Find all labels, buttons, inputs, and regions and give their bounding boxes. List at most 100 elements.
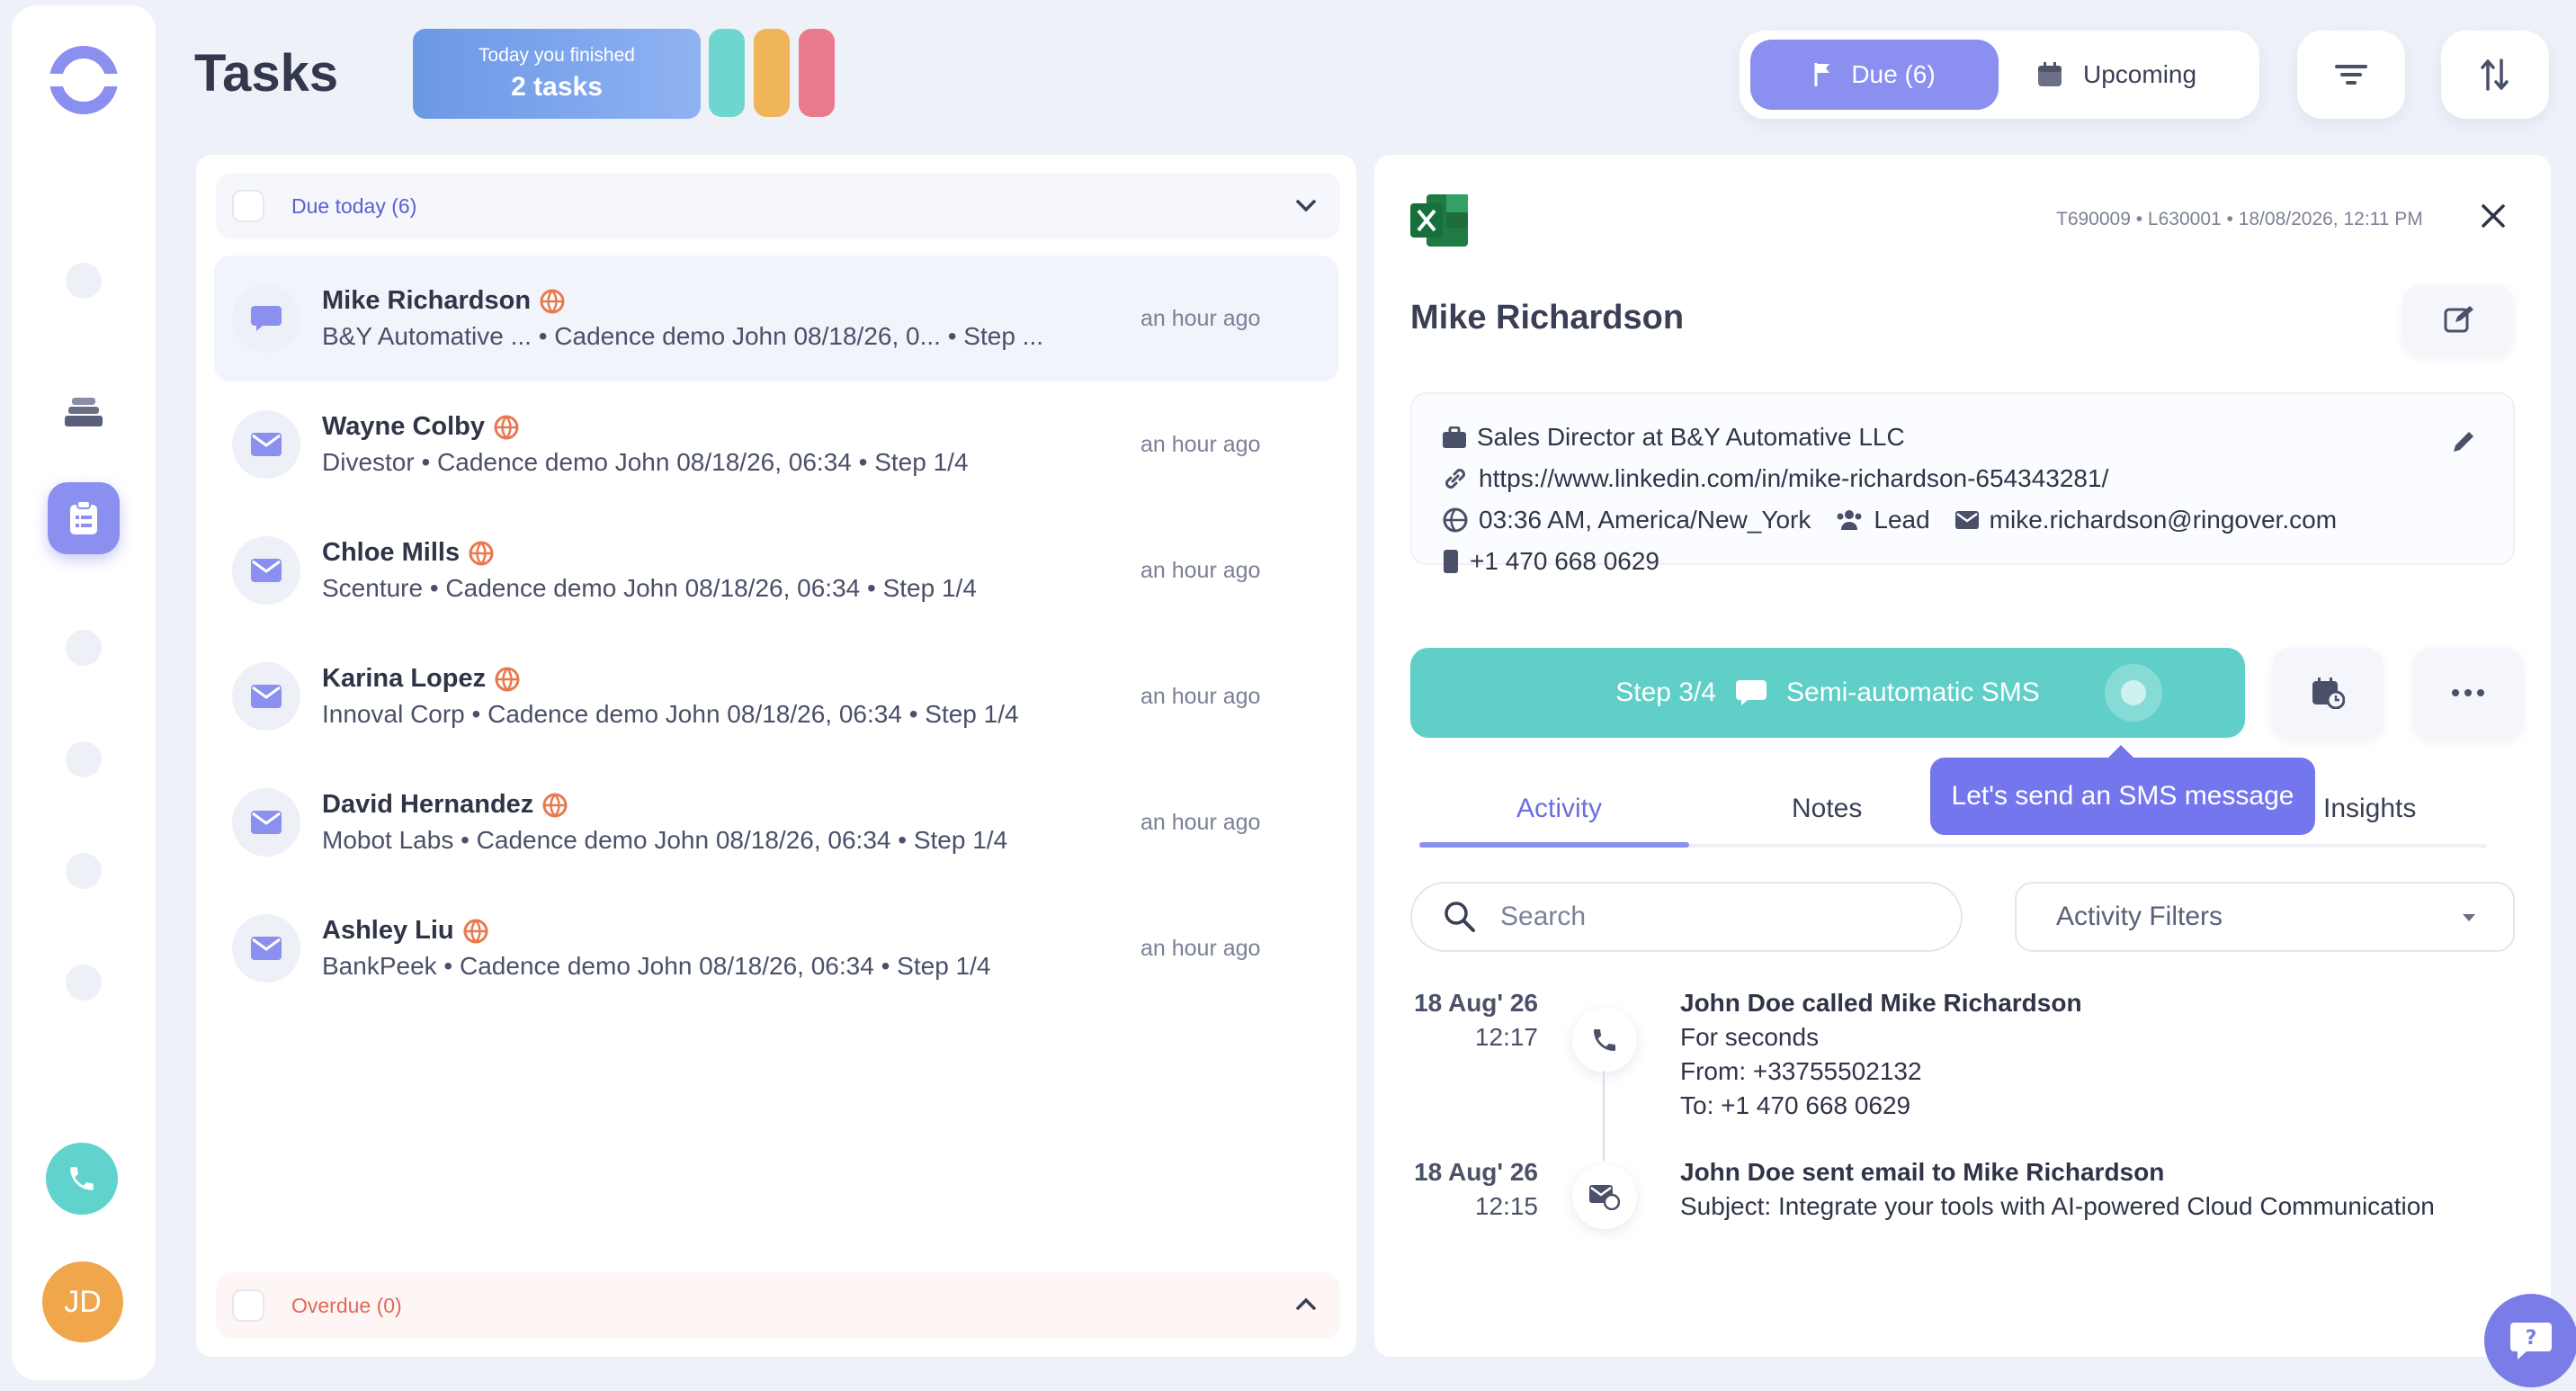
task-lead-name: Wayne Colby (322, 412, 519, 442)
globe-icon (540, 289, 565, 313)
mobile-phone-icon (1444, 550, 1458, 573)
tab-activity[interactable]: Activity (1516, 794, 1602, 824)
page-title: Tasks (194, 44, 339, 103)
lead-status: Lead (1874, 506, 1930, 534)
lead-context-line: 03:36 AM, America/New_York Lead mike.ric… (1443, 506, 2337, 534)
sms-tooltip: Let's send an SMS message (1930, 745, 2315, 835)
pulse-indicator (2105, 664, 2162, 722)
activity-title: John Doe sent email to Mike Richardson (1680, 1158, 2165, 1186)
globe-icon (542, 793, 568, 817)
timeline-connector (1603, 1071, 1605, 1161)
activity-body: John Doe sent email to Mike Richardson S… (1680, 1155, 2435, 1224)
chevron-up-icon[interactable] (1293, 1292, 1319, 1317)
close-icon[interactable] (2481, 203, 2506, 229)
step-action-button[interactable]: Step 3/4 Semi-automatic SMS (1410, 648, 2245, 738)
due-toggle-button[interactable]: Due (6) (1750, 40, 1999, 110)
row-type-icon (232, 788, 300, 857)
filter-button[interactable] (2297, 31, 2405, 119)
overdue-section-header[interactable]: Overdue (0) (216, 1272, 1340, 1339)
due-today-checkbox[interactable] (232, 190, 264, 222)
linkedin-url[interactable]: https://www.linkedin.com/in/mike-richard… (1479, 464, 2108, 493)
task-row[interactable]: Wayne Colby Divestor • Cadence demo John… (214, 381, 1338, 507)
svg-text:?: ? (2526, 1327, 2537, 1350)
nav-placeholder-dot[interactable] (66, 630, 102, 666)
pencil-icon[interactable] (2450, 428, 2477, 455)
globe-icon (495, 667, 520, 691)
help-chat-icon: ? (2510, 1323, 2552, 1360)
lead-name-text: Chloe Mills (322, 538, 461, 567)
chevron-down-icon[interactable] (1293, 193, 1319, 218)
lead-name-text: Ashley Liu (322, 916, 454, 945)
task-row[interactable]: Mike Richardson B&Y Automative ... • Cad… (214, 256, 1338, 381)
task-subtitle: Scenture • Cadence demo John 08/18/26, 0… (322, 574, 977, 602)
step-type-label: Semi-automatic SMS (1786, 678, 2040, 707)
tab-notes[interactable]: Notes (1792, 794, 1862, 824)
activity-date: 18 Aug' 26 12:17 (1412, 986, 1538, 1054)
row-type-icon (232, 536, 300, 605)
caret-down-icon (2463, 914, 2475, 921)
activity-filters-select[interactable]: Activity Filters (2015, 882, 2515, 952)
filter-lines-icon (2335, 65, 2367, 85)
avatar[interactable]: JD (42, 1261, 123, 1342)
tab-insights[interactable]: l Insights (2310, 794, 2416, 824)
calendar-icon (2038, 62, 2062, 86)
lead-name-text: David Hernandez (322, 790, 534, 819)
linkedin-line[interactable]: https://www.linkedin.com/in/mike-richard… (1443, 464, 2108, 493)
lead-name-text: Mike Richardson (322, 286, 532, 315)
mail-icon (251, 433, 282, 456)
activity-search-input[interactable]: Search (1410, 882, 1963, 952)
task-lead-name: Chloe Mills (322, 538, 494, 568)
nav-placeholder-dot[interactable] (66, 965, 102, 1001)
task-row[interactable]: David Hernandez Mobot Labs • Cadence dem… (214, 759, 1338, 885)
nav-inbox-button[interactable] (48, 376, 120, 448)
lead-phone-line[interactable]: +1 470 668 0629 (1443, 547, 1659, 576)
nav-placeholder-dot[interactable] (66, 741, 102, 777)
activity-line: For seconds (1680, 1023, 1820, 1051)
upcoming-toggle-button[interactable]: Upcoming (2036, 40, 2196, 110)
nav-tasks-button[interactable] (48, 482, 120, 554)
globe-icon (469, 541, 494, 565)
task-row[interactable]: Ashley Liu BankPeek • Cadence demo John … (214, 885, 1338, 1011)
task-time: an hour ago (1140, 684, 1261, 709)
task-subtitle: Mobot Labs • Cadence demo John 08/18/26,… (322, 826, 1008, 854)
overdue-label: Overdue (0) (291, 1293, 402, 1317)
task-time: an hour ago (1140, 432, 1261, 457)
task-subtitle: Innoval Corp • Cadence demo John 08/18/2… (322, 700, 1019, 728)
sort-button[interactable] (2441, 31, 2549, 119)
reschedule-button[interactable] (2272, 648, 2384, 738)
mail-small-icon (1954, 511, 1979, 529)
stack-icon (65, 398, 103, 426)
task-subtitle: Divestor • Cadence demo John 08/18/26, 0… (322, 448, 969, 476)
call-button[interactable] (46, 1143, 118, 1215)
lead-phone[interactable]: +1 470 668 0629 (1470, 547, 1659, 576)
activity-body: John Doe called Mike Richardson For seco… (1680, 986, 2082, 1123)
due-today-section-header[interactable]: Due today (6) (216, 173, 1340, 239)
excel-icon (1410, 194, 1468, 247)
row-type-icon (232, 914, 300, 983)
nav-placeholder-dot[interactable] (66, 853, 102, 889)
lead-title-text: Sales Director at B&Y Automative LLC (1477, 423, 1905, 451)
flag-icon (1814, 63, 1830, 86)
task-subtitle: BankPeek • Cadence demo John 08/18/26, 0… (322, 952, 991, 980)
activity-title: John Doe called Mike Richardson (1680, 989, 2082, 1017)
lead-name-text: Wayne Colby (322, 412, 486, 441)
app-logo-icon[interactable] (47, 43, 121, 117)
overdue-checkbox[interactable] (232, 1289, 264, 1322)
due-today-label: Due today (6) (291, 193, 417, 218)
more-options-button[interactable] (2412, 648, 2524, 738)
activity-line: Subject: Integrate your tools with AI-po… (1680, 1192, 2435, 1220)
lead-email[interactable]: mike.richardson@ringover.com (1990, 506, 2337, 534)
edit-lead-button[interactable] (2403, 284, 2513, 354)
teal-status-pill (709, 29, 745, 117)
orange-status-pill (754, 29, 790, 117)
phone-icon (70, 1167, 94, 1190)
due-label: Due (6) (1851, 60, 1936, 88)
nav-placeholder-dot[interactable] (66, 263, 102, 299)
task-row[interactable]: Karina Lopez Innoval Corp • Cadence demo… (214, 633, 1338, 759)
due-upcoming-toggle: Due (6) Upcoming (1740, 31, 2259, 119)
lead-name-text: Karina Lopez (322, 664, 487, 693)
help-chat-button[interactable]: ? (2484, 1294, 2576, 1387)
calendar-clock-icon (2312, 678, 2345, 709)
task-lead-name: Karina Lopez (322, 664, 520, 694)
task-row[interactable]: Chloe Mills Scenture • Cadence demo John… (214, 507, 1338, 633)
